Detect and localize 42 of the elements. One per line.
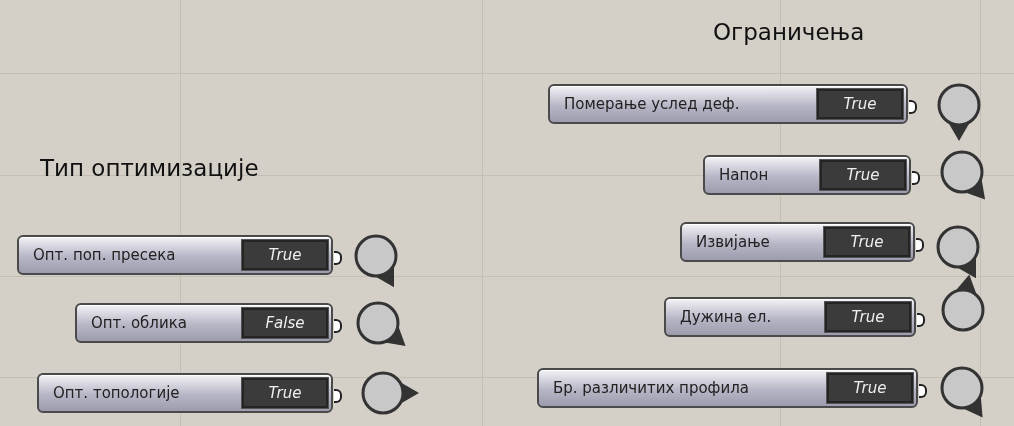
output-port <box>334 389 342 403</box>
toggle-label: Опт. поп. пресека <box>33 246 176 264</box>
toggle-node[interactable]: Опт. поп. пресека True <box>17 235 333 275</box>
toggle-node[interactable]: Опт. облика False <box>75 303 333 343</box>
output-port <box>334 251 342 265</box>
toggle-label: Напон <box>719 166 769 184</box>
toggle-value[interactable]: True <box>824 227 910 257</box>
toggle-node[interactable]: Извијање True <box>680 222 915 262</box>
toggle-node[interactable]: Дужина ел. True <box>664 297 916 337</box>
bubble-drawing <box>940 366 984 418</box>
toggle-value[interactable]: True <box>817 89 903 119</box>
toggle-label: Извијање <box>696 233 770 251</box>
toggle-value[interactable]: True <box>820 160 906 190</box>
toggle-value[interactable]: True <box>242 378 328 408</box>
output-port <box>909 100 917 114</box>
toggle-label: Померање услед деф. <box>564 95 740 113</box>
group-title: Ограничења <box>713 18 865 47</box>
toggle-value[interactable]: True <box>242 240 328 270</box>
toggle-value[interactable]: True <box>825 302 911 332</box>
toggle-value[interactable]: True <box>827 373 913 403</box>
toggle-node[interactable]: Бр. различитих профила True <box>537 368 918 408</box>
bubble-drawing <box>936 225 980 279</box>
bubble-drawing <box>354 234 398 288</box>
toggle-label: Опт. топологије <box>53 384 180 402</box>
output-port <box>912 171 920 185</box>
toggle-node[interactable]: Напон True <box>703 155 911 195</box>
toggle-node[interactable]: Померање услед деф. True <box>548 84 908 124</box>
bubble-drawing <box>356 301 406 347</box>
toggle-value[interactable]: False <box>242 308 328 338</box>
bubble-drawing <box>941 274 985 332</box>
output-port <box>917 313 925 327</box>
output-port <box>916 238 924 252</box>
toggle-label: Опт. облика <box>91 314 187 332</box>
output-port <box>334 319 342 333</box>
toggle-label: Бр. различитих профила <box>553 379 749 397</box>
group-title: Тип оптимизације <box>40 154 259 183</box>
output-port <box>919 384 927 398</box>
toggle-node[interactable]: Опт. топологије True <box>37 373 333 413</box>
bubble-drawing <box>937 83 981 141</box>
bubble-drawing <box>361 371 419 415</box>
toggle-label: Дужина ел. <box>680 308 772 326</box>
bubble-drawing <box>940 150 986 200</box>
